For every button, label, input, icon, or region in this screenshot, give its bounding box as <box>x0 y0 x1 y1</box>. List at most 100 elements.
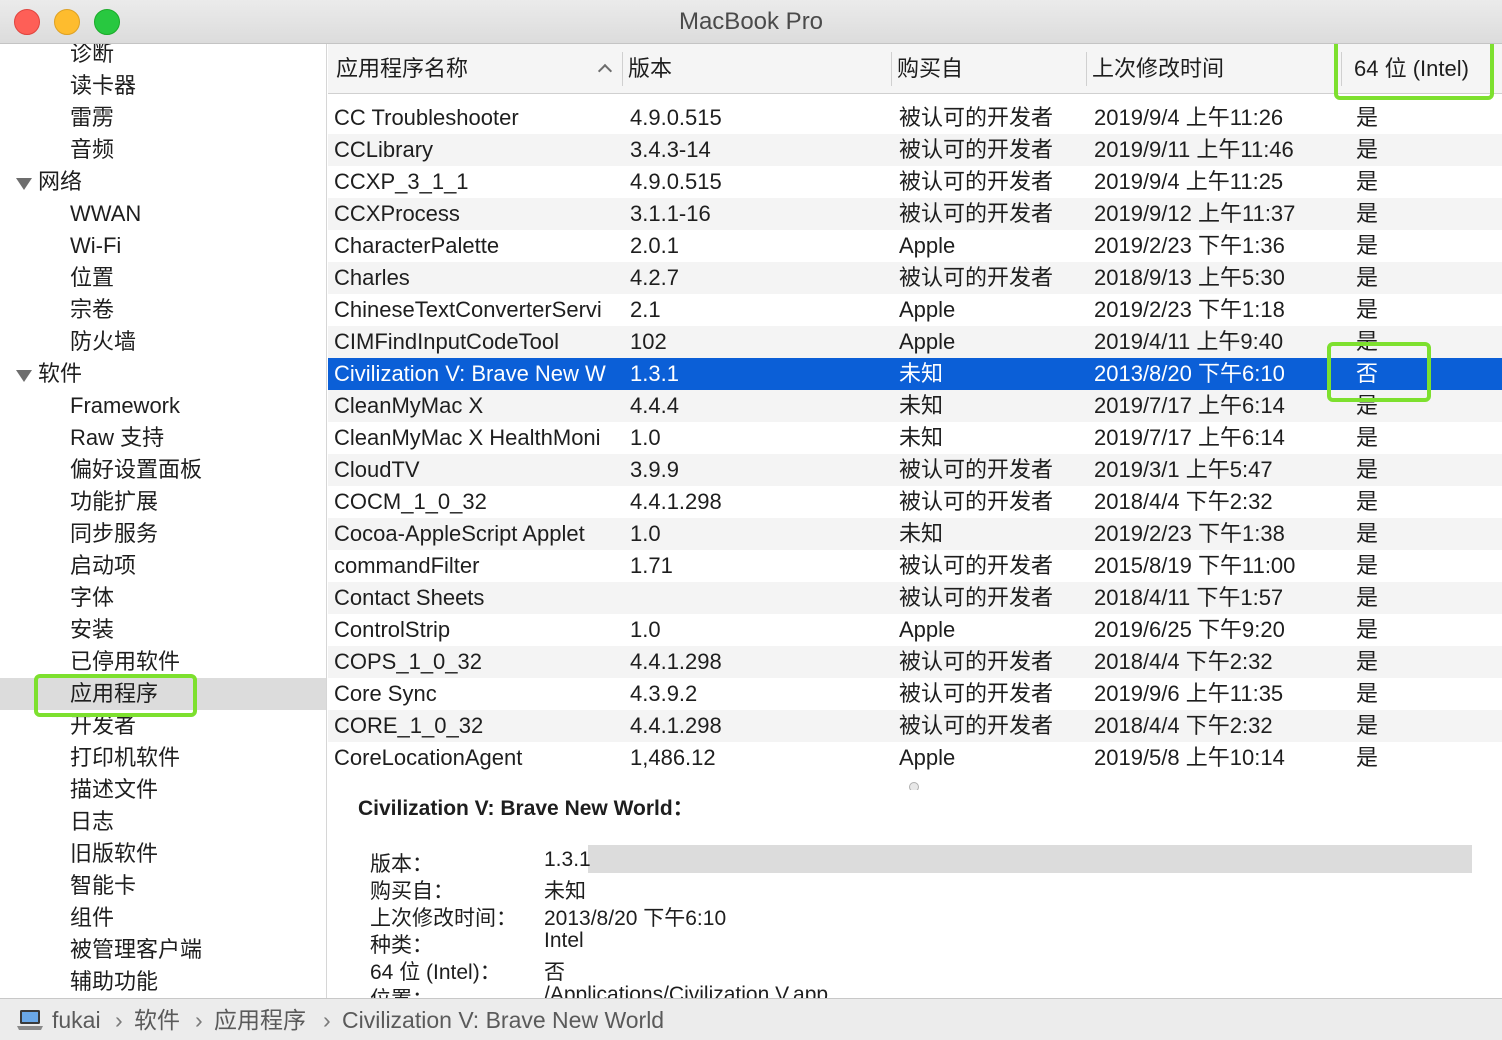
sidebar-item[interactable]: 旧版软件 <box>0 838 326 870</box>
cell-source: 未知 <box>899 521 944 546</box>
table-row[interactable]: CORE_1_0_32 4.4.1.298 被认可的开发者 2018/4/4 下午2:… <box>328 710 1502 742</box>
sidebar-item[interactable]: 辅助功能 <box>0 966 326 998</box>
sidebar-item[interactable]: WWAN <box>0 198 326 230</box>
cell-name: CoreLocationAgent <box>334 745 523 770</box>
sidebar-item[interactable]: Wi-Fi <box>0 230 326 262</box>
table-row[interactable]: CloudTV 3.9.9 被认可的开发者 2019/3/1 上午5:47 是 <box>328 454 1502 486</box>
breadcrumb-item[interactable]: Civilization V: Brave New World <box>342 999 664 1040</box>
table-row[interactable]: COPS_1_0_32 4.4.1.298 被认可的开发者 2018/4/4 下午2:… <box>328 646 1502 678</box>
table-row[interactable]: CoreLocationAgent 1,486.12 Apple 2019/5/8 上… <box>328 742 1502 774</box>
cell-modified: 2018/4/4 下午2:32 <box>1094 489 1273 514</box>
cell-version: 4.4.1.298 <box>630 649 722 674</box>
sidebar-item[interactable]: 字体 <box>0 582 326 614</box>
column-divider[interactable] <box>1086 52 1087 86</box>
disclosure-triangle-icon[interactable] <box>16 178 32 190</box>
sidebar-item-label: 组件 <box>70 905 115 930</box>
cell-name: CC Troubleshooter <box>334 105 519 130</box>
column-header-64bit[interactable]: 64 位 (Intel) <box>1354 44 1469 94</box>
cell-name: CIMFindInputCodeTool <box>334 329 560 354</box>
sidebar-item-label: 位置 <box>70 265 115 290</box>
sidebar-item[interactable]: 打印机软件 <box>0 742 326 774</box>
sidebar-group[interactable]: 软件 <box>0 358 326 390</box>
cell-modified: 2019/9/4 上午11:26 <box>1094 105 1284 130</box>
sidebar-item[interactable]: 诊断 <box>0 44 326 70</box>
cell-64bit: 是 <box>1356 713 1379 738</box>
table-row[interactable]: CleanMyMac X HealthMoni 1.0 未知 2019/7/17 上午… <box>328 422 1502 454</box>
sidebar-item[interactable]: 描述文件 <box>0 774 326 806</box>
column-header-version[interactable]: 版本 <box>628 44 672 94</box>
cell-name: CloudTV <box>334 457 420 482</box>
table-row[interactable]: ControlStrip 1.0 Apple 2019/6/25 下午9:20 是 <box>328 614 1502 646</box>
table-row[interactable]: Charles 4.2.7 被认可的开发者 2018/9/13 上午5:30 是 <box>328 262 1502 294</box>
detail-field-value: 否 <box>544 961 565 984</box>
column-header-modified[interactable]: 上次修改时间 <box>1092 44 1224 94</box>
cell-version: 1.71 <box>630 553 673 578</box>
sidebar-item[interactable]: 应用程序 <box>0 678 326 710</box>
sidebar-item[interactable]: 已停用软件 <box>0 646 326 678</box>
sidebar-item[interactable]: 防火墙 <box>0 326 326 358</box>
sidebar-item[interactable]: 安装 <box>0 614 326 646</box>
table-row[interactable]: Core Sync 4.3.9.2 被认可的开发者 2019/9/6 上午11:35 是 <box>328 678 1502 710</box>
cell-name: COPS_1_0_32 <box>334 649 482 674</box>
column-header-name[interactable]: 应用程序名称 <box>336 44 468 94</box>
cell-source: 未知 <box>899 361 944 386</box>
sidebar-item[interactable]: 音频 <box>0 134 326 166</box>
cell-name: ControlStrip <box>334 617 451 642</box>
sidebar-item[interactable]: 开发者 <box>0 710 326 742</box>
breadcrumb-item[interactable]: 软件 <box>134 999 180 1040</box>
table-row[interactable]: commandFilter 1.71 被认可的开发者 2015/8/19 下午11:0… <box>328 550 1502 582</box>
sidebar-item-label: 读卡器 <box>70 73 137 98</box>
sidebar-item-label: 描述文件 <box>70 777 159 802</box>
window-title: MacBook Pro <box>678 8 824 35</box>
sidebar-item[interactable]: 同步服务 <box>0 518 326 550</box>
cell-modified: 2019/9/11 上午11:46 <box>1094 137 1294 162</box>
table-row[interactable]: ChineseTextConverterServi 2.1 Apple 2019/2/… <box>328 294 1502 326</box>
column-divider[interactable] <box>1341 52 1342 86</box>
cell-64bit: 是 <box>1356 617 1379 642</box>
sidebar-item[interactable]: 启动项 <box>0 550 326 582</box>
table-row[interactable]: COCM_1_0_32 4.4.1.298 被认可的开发者 2018/4/4 下午2:… <box>328 486 1502 518</box>
disclosure-triangle-icon[interactable] <box>16 370 32 382</box>
breadcrumb-item[interactable]: 应用程序 <box>214 999 306 1040</box>
breadcrumb-item[interactable]: fukai <box>52 999 101 1040</box>
sidebar-group[interactable]: 网络 <box>0 166 326 198</box>
cell-source: Apple <box>899 617 956 642</box>
table-row[interactable]: CCXProcess 3.1.1-16 被认可的开发者 2019/9/12 上午11:… <box>328 198 1502 230</box>
sidebar-item[interactable]: 雷雳 <box>0 102 326 134</box>
table-row[interactable]: Civilization V: Brave New W 1.3.1 未知 2013/8… <box>328 358 1502 390</box>
sidebar-item[interactable]: 组件 <box>0 902 326 934</box>
table-row[interactable]: CCXP_3_1_1 4.9.0.515 被认可的开发者 2019/9/4 上午11:… <box>328 166 1502 198</box>
sidebar-item[interactable]: 智能卡 <box>0 870 326 902</box>
sidebar-item[interactable]: 被管理客户端 <box>0 934 326 966</box>
cell-source: Apple <box>899 233 956 258</box>
table-row[interactable]: CleanMyMac X 4.4.4 未知 2019/7/17 上午6:14 是 <box>328 390 1502 422</box>
sidebar-item-label: 打印机软件 <box>70 745 181 770</box>
detail-selection-highlight <box>588 845 1472 873</box>
sidebar-item[interactable]: 读卡器 <box>0 70 326 102</box>
sidebar-item-label: 安装 <box>70 617 115 642</box>
table-row[interactable]: CCLibrary 3.4.3-14 被认可的开发者 2019/9/11 上午11:4… <box>328 134 1502 166</box>
sidebar-item[interactable]: Framework <box>0 390 326 422</box>
sidebar-item[interactable]: 功能扩展 <box>0 486 326 518</box>
sidebar-item-label: 旧版软件 <box>70 841 159 866</box>
table-row[interactable]: CharacterPalette 2.0.1 Apple 2019/2/23 下午1:… <box>328 230 1502 262</box>
table-row[interactable]: Contact Sheets 被认可的开发者 2018/4/11 下午1:57 是 <box>328 582 1502 614</box>
sidebar-item[interactable]: Raw 支持 <box>0 422 326 454</box>
column-header-source[interactable]: 购买自 <box>897 44 963 94</box>
cell-64bit: 是 <box>1356 425 1379 450</box>
sidebar-item-label: 宗卷 <box>70 297 115 322</box>
table-row[interactable]: CC Troubleshooter 4.9.0.515 被认可的开发者 2019/9/… <box>328 102 1502 134</box>
cell-source: 被认可的开发者 <box>899 137 1054 162</box>
cell-64bit: 是 <box>1356 585 1379 610</box>
cell-name: Contact Sheets <box>334 585 485 610</box>
table-row[interactable]: CIMFindInputCodeTool 102 Apple 2019/4/11 上午… <box>328 326 1502 358</box>
cell-64bit: 是 <box>1356 393 1379 418</box>
sidebar-item[interactable]: 偏好设置面板 <box>0 454 326 486</box>
column-divider[interactable] <box>622 52 623 86</box>
column-divider[interactable] <box>891 52 892 86</box>
sidebar-item[interactable]: 宗卷 <box>0 294 326 326</box>
table-row[interactable]: Cocoa-AppleScript Applet 1.0 未知 2019/2/23 下… <box>328 518 1502 550</box>
sidebar-item[interactable]: 日志 <box>0 806 326 838</box>
sidebar-item[interactable]: 位置 <box>0 262 326 294</box>
detail-pane: Civilization V: Brave New World： 版本： 1.3.… <box>328 790 1502 998</box>
